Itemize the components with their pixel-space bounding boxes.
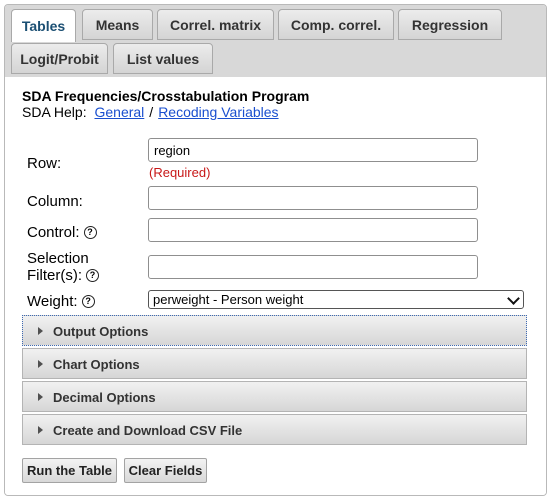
help-icon[interactable]: ? xyxy=(81,295,95,308)
help-recoding-link[interactable]: Recoding Variables xyxy=(158,104,278,120)
row-label: Row: xyxy=(27,155,62,172)
csv-download-section[interactable]: Create and Download CSV File xyxy=(22,414,527,445)
chevron-down-icon xyxy=(507,292,520,305)
output-options-section[interactable]: Output Options xyxy=(22,315,527,346)
run-table-button[interactable]: Run the Table xyxy=(22,458,117,483)
tab-correl-matrix[interactable]: Correl. matrix xyxy=(157,9,274,40)
triangle-right-icon xyxy=(38,360,43,368)
weight-label: Weight: xyxy=(27,293,78,310)
tab-regression[interactable]: Regression xyxy=(398,9,502,40)
selection-filter-input[interactable] xyxy=(148,255,478,279)
selection-label-line2: Filter(s): xyxy=(27,267,82,284)
sda-panel: Tables Means Correl. matrix Comp. correl… xyxy=(4,4,547,496)
help-icon[interactable]: ? xyxy=(83,226,97,239)
tab-means[interactable]: Means xyxy=(82,9,153,40)
weight-selected-value: perweight - Person weight xyxy=(153,292,304,307)
weight-label-wrap: Weight:? xyxy=(27,293,95,310)
control-label-wrap: Control:? xyxy=(27,224,97,241)
clear-fields-button[interactable]: Clear Fields xyxy=(124,458,207,483)
output-options-label: Output Options xyxy=(53,324,149,339)
control-label: Control: xyxy=(27,224,80,241)
help-separator: / xyxy=(149,104,154,120)
help-links: SDA Help: General / Recoding Variables xyxy=(22,104,279,120)
tab-comp-correl[interactable]: Comp. correl. xyxy=(278,9,394,40)
csv-download-label: Create and Download CSV File xyxy=(53,423,243,438)
column-label: Column: xyxy=(27,193,83,210)
tables-form: SDA Frequencies/Crosstabulation Program … xyxy=(5,77,546,495)
tab-list-values[interactable]: List values xyxy=(113,43,213,74)
program-title: SDA Frequencies/Crosstabulation Program xyxy=(22,88,310,104)
column-input[interactable] xyxy=(148,186,478,210)
control-input[interactable] xyxy=(148,218,478,242)
chart-options-label: Chart Options xyxy=(53,357,140,372)
help-prefix: SDA Help: xyxy=(22,104,87,120)
decimal-options-section[interactable]: Decimal Options xyxy=(22,381,527,412)
tab-logit-probit[interactable]: Logit/Probit xyxy=(11,43,108,74)
help-general-link[interactable]: General xyxy=(94,104,144,120)
triangle-right-icon xyxy=(38,327,43,335)
tab-bar: Tables Means Correl. matrix Comp. correl… xyxy=(5,5,546,77)
triangle-right-icon xyxy=(38,426,43,434)
chart-options-section[interactable]: Chart Options xyxy=(22,348,527,379)
decimal-options-label: Decimal Options xyxy=(53,390,156,405)
row-input[interactable] xyxy=(148,138,478,162)
triangle-right-icon xyxy=(38,393,43,401)
weight-select[interactable]: perweight - Person weight xyxy=(148,290,524,309)
row-required-note: (Required) xyxy=(149,165,211,180)
selection-label-wrap: Selection Filter(s):? xyxy=(27,250,99,284)
selection-label-line1: Selection xyxy=(27,250,89,267)
help-icon[interactable]: ? xyxy=(86,269,99,282)
tab-tables[interactable]: Tables xyxy=(11,9,76,42)
